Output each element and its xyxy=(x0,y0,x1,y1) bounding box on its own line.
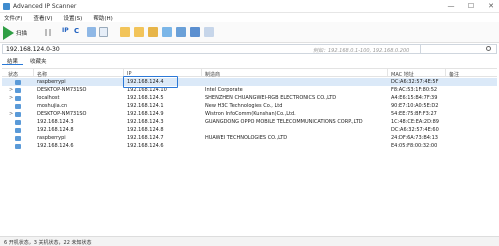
host-ip: 192.168.124.6 xyxy=(127,143,164,149)
table-row[interactable]: > localhost 192.168.124.5 SHENZHEN CHUAN… xyxy=(2,94,497,102)
ip-range-hint: 例如：192.168.0.1-100, 192.168.0.200 xyxy=(313,47,410,54)
host-mac: E4:05:F8:00:32:00 xyxy=(391,143,438,149)
host-name: localhost xyxy=(37,95,60,101)
column-divider[interactable] xyxy=(387,69,388,77)
table-row[interactable]: > DESKTOP-NM731SO 192.168.124.9 Wistron … xyxy=(2,110,497,118)
close-button[interactable]: ✕ xyxy=(487,2,495,10)
host-mac: DC:A6:32:57:4E:5F xyxy=(391,79,439,85)
header-name[interactable]: 名称 xyxy=(37,71,47,78)
maximize-button[interactable]: ☐ xyxy=(467,2,475,10)
expand-toggle[interactable]: > xyxy=(9,87,13,93)
window-title: Advanced IP Scanner xyxy=(13,3,77,10)
host-online-icon xyxy=(15,95,21,101)
host-ip: 192.168.124.1 xyxy=(127,103,164,109)
host-ip: 192.168.124.5 xyxy=(127,95,164,101)
title-bar: Advanced IP Scanner — ☐ ✕ xyxy=(0,0,499,13)
menu-file[interactable]: 文件(F) xyxy=(4,14,22,22)
host-mac: 1C:48:CE:EA:2D:89 xyxy=(391,119,439,125)
tab-results[interactable]: 结果 xyxy=(2,56,24,65)
host-ip: 192.168.124.8 xyxy=(127,127,164,133)
computer-icon[interactable] xyxy=(162,27,172,37)
host-online-icon xyxy=(15,111,21,117)
selection-highlight xyxy=(123,76,178,88)
table-header: 状态 名称 IP 制造商 MAC 地址 备注 xyxy=(2,68,497,78)
column-divider[interactable] xyxy=(201,69,202,77)
remote-desktop-icon[interactable] xyxy=(190,27,200,37)
status-bar: 6 开机状态，3 关机状态，22 未知状态 xyxy=(0,236,499,246)
class-c-tool-icon[interactable]: C xyxy=(74,27,84,37)
table-row[interactable]: raspberrypi 192.168.124.4 DC:A6:32:57:4E… xyxy=(2,78,497,86)
host-online-icon xyxy=(15,79,21,85)
table-row[interactable]: > DESKTOP-NM731SO 192.168.124.10 Intel C… xyxy=(2,86,497,94)
host-ip: 192.168.124.7 xyxy=(127,135,164,141)
settings-tool-icon[interactable] xyxy=(204,27,214,37)
host-manufacturer: SHENZHEN CHUANGWEI-RGB ELECTRONICS CO.,L… xyxy=(205,95,337,101)
expand-toggle[interactable]: > xyxy=(9,95,13,101)
table-row[interactable]: 192.168.124.3 192.168.124.3 GUANGDONG OP… xyxy=(2,118,497,126)
search-icon[interactable] xyxy=(486,46,491,51)
host-mac: 54:EE:75:BF:F3:27 xyxy=(391,111,437,117)
result-tabs: 结果 收藏夹 xyxy=(2,56,52,65)
tab-favorites[interactable]: 收藏夹 xyxy=(25,56,52,65)
header-notes[interactable]: 备注 xyxy=(449,71,459,78)
host-ip: 192.168.124.9 xyxy=(127,111,164,117)
folder-share-icon[interactable] xyxy=(148,27,158,37)
host-ip: 192.168.124.3 xyxy=(127,119,164,125)
host-online-icon xyxy=(15,119,21,125)
host-online-icon xyxy=(15,103,21,109)
play-icon xyxy=(3,25,14,40)
expand-toggle[interactable]: > xyxy=(9,111,13,117)
host-name: 192.168.124.3 xyxy=(37,119,74,125)
column-divider[interactable] xyxy=(445,69,446,77)
pause-icon[interactable] xyxy=(45,29,51,36)
host-online-icon xyxy=(15,135,21,141)
host-mac: F8:AC:53:1F:80:52 xyxy=(391,87,438,93)
menu-settings[interactable]: 设置(S) xyxy=(64,14,83,22)
header-mac[interactable]: MAC 地址 xyxy=(391,71,414,78)
table-row[interactable]: 192.168.124.6 192.168.124.6 E4:05:F8:00:… xyxy=(2,142,497,150)
database-icon[interactable] xyxy=(87,27,96,37)
host-manufacturer: HUAWEI TECHNOLOGIES CO.,LTD xyxy=(205,135,288,141)
column-divider[interactable] xyxy=(33,69,34,77)
network-icon[interactable] xyxy=(176,27,186,37)
host-name: 192.168.124.6 xyxy=(37,143,74,149)
host-mac: A4:E6:15:B4:7F:39 xyxy=(391,95,438,101)
host-manufacturer: New H3C Technologies Co., Ltd xyxy=(205,103,283,109)
host-name: raspberrypi xyxy=(37,79,66,85)
host-mac: 90:E7:10:A0:5E:D2 xyxy=(391,103,439,109)
host-name: raspberrypi xyxy=(37,135,66,141)
table-row[interactable]: raspberrypi 192.168.124.7 HUAWEI TECHNOL… xyxy=(2,134,497,142)
menu-view[interactable]: 查看(V) xyxy=(33,14,52,22)
host-online-icon xyxy=(15,127,21,133)
menu-bar: 文件(F) 查看(V) 设置(S) 帮助(H) xyxy=(0,13,499,22)
host-online-icon xyxy=(15,143,21,149)
status-text: 6 开机状态，3 关机状态，22 未知状态 xyxy=(4,240,92,246)
header-status[interactable]: 状态 xyxy=(8,71,18,78)
host-manufacturer: Wistron InfoComm(Kunshan)Co.,Ltd. xyxy=(205,111,296,117)
menu-help[interactable]: 帮助(H) xyxy=(93,14,112,22)
results-table: raspberrypi 192.168.124.4 DC:A6:32:57:4E… xyxy=(2,78,497,150)
folder-icon[interactable] xyxy=(120,27,130,37)
host-name: 192.168.124.8 xyxy=(37,127,74,133)
host-mac: 24:DF:6A:73:B4:13 xyxy=(391,135,438,141)
minimize-button[interactable]: — xyxy=(447,2,455,10)
toolbar: 扫描 IP C xyxy=(0,22,499,43)
scan-button[interactable]: 扫描 xyxy=(3,24,33,41)
header-manufacturer[interactable]: 制造商 xyxy=(205,71,220,78)
table-row[interactable]: moshujia.cn 192.168.124.1 New H3C Techno… xyxy=(2,102,497,110)
document-icon[interactable] xyxy=(99,27,108,37)
host-name: moshujia.cn xyxy=(37,103,68,109)
app-icon xyxy=(3,3,10,10)
folder-open-icon[interactable] xyxy=(134,27,144,37)
ip-tool-icon[interactable]: IP xyxy=(62,27,72,37)
host-name: DESKTOP-NM731SO xyxy=(37,87,87,93)
host-online-icon xyxy=(15,87,21,93)
host-manufacturer: Intel Corporate xyxy=(205,87,243,93)
scan-label: 扫描 xyxy=(16,30,28,37)
host-mac: DC:A6:32:57:4E:60 xyxy=(391,127,439,133)
host-manufacturer: GUANGDONG OPPO MOBILE TELECOMMUNICATIONS… xyxy=(205,119,363,125)
ip-range-value: 192.168.124.0-30 xyxy=(6,46,60,53)
table-row[interactable]: 192.168.124.8 192.168.124.8 DC:A6:32:57:… xyxy=(2,126,497,134)
host-name: DESKTOP-NM731SO xyxy=(37,111,87,117)
